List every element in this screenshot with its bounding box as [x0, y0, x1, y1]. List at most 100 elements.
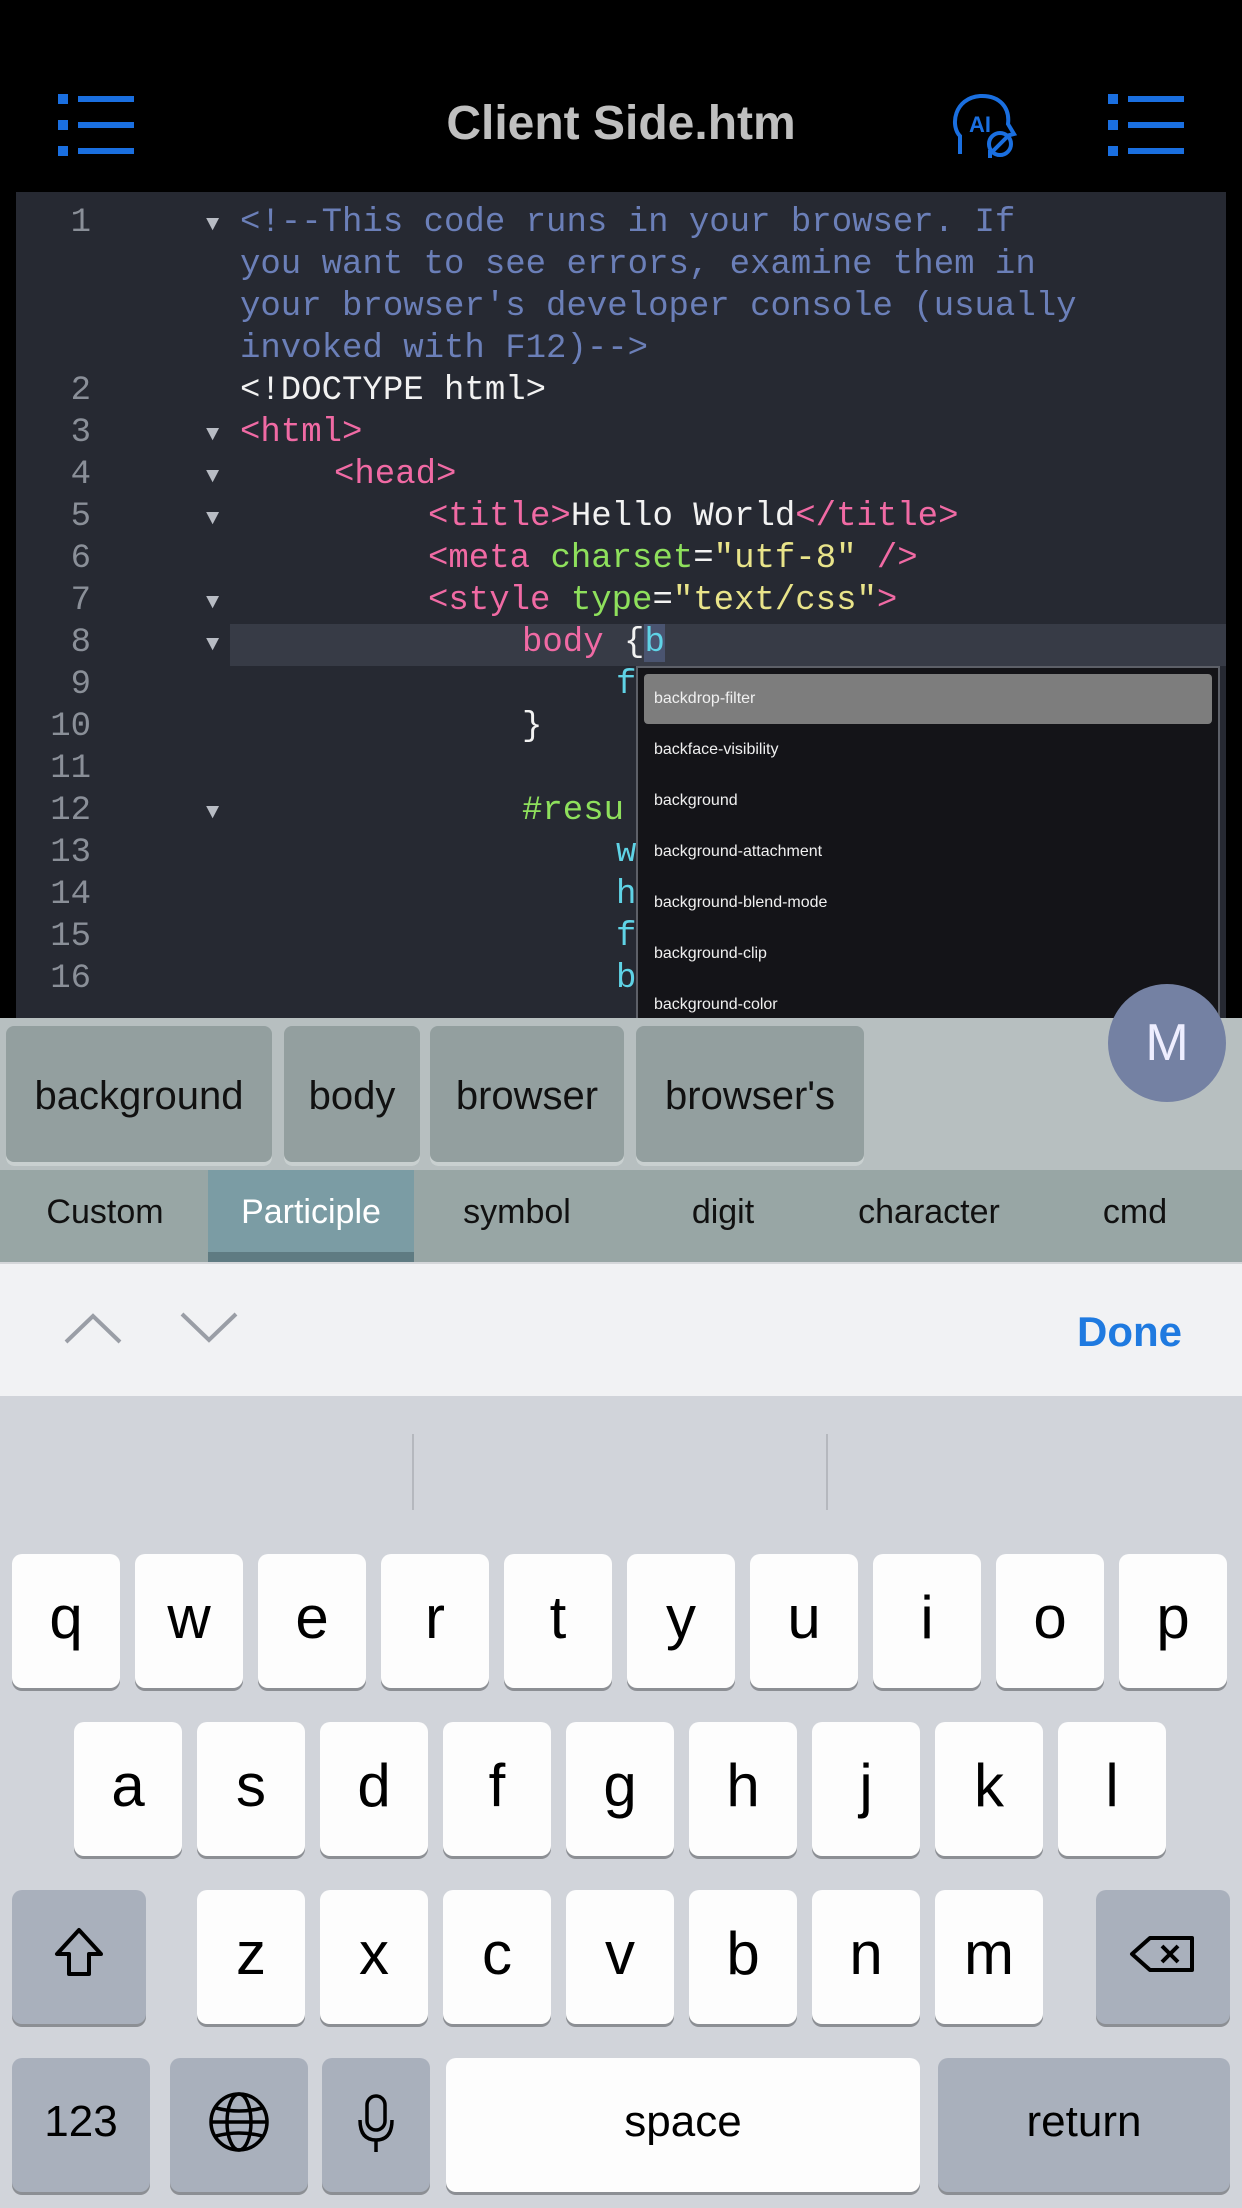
code-selector: #resu — [522, 792, 625, 830]
suggestion-chip[interactable]: browser — [430, 1026, 624, 1166]
key-y[interactable]: y — [627, 1554, 735, 1688]
category-tab-bar: Custom Participle symbol digit character… — [0, 1170, 1242, 1262]
code-property: w — [616, 834, 637, 872]
code-property: h — [616, 876, 637, 914]
key-i[interactable]: i — [873, 1554, 981, 1688]
autocomplete-item[interactable]: backface-visibility — [644, 725, 1212, 775]
line-number: 12 — [50, 792, 91, 830]
key-z[interactable]: z — [197, 1890, 305, 2024]
key-t[interactable]: t — [504, 1554, 612, 1688]
prediction-divider — [826, 1434, 828, 1510]
done-button[interactable]: Done — [1077, 1308, 1182, 1356]
code-comment: your browser's developer console (usuall… — [240, 288, 1077, 326]
numbers-key[interactable]: 123 — [12, 2058, 150, 2192]
autocomplete-item[interactable]: background-blend-mode — [644, 878, 1212, 928]
fold-toggle-icon[interactable]: ▼ — [206, 582, 219, 624]
menu-list-icon[interactable] — [1108, 94, 1184, 161]
line-number: 1 — [70, 204, 91, 242]
code-string: "text/css" — [672, 582, 877, 620]
suggestion-chip[interactable]: browser's — [636, 1026, 864, 1166]
code-attr: charset — [550, 540, 694, 578]
key-d[interactable]: d — [320, 1722, 428, 1856]
code-tag: <style — [428, 582, 551, 620]
line-number: 6 — [70, 540, 91, 578]
code-tag: <head> — [334, 456, 457, 494]
line-number: 13 — [50, 834, 91, 872]
shift-icon — [55, 1928, 103, 1976]
space-key[interactable]: space — [446, 2058, 920, 2192]
suggestion-chip[interactable]: body — [284, 1026, 420, 1166]
key-u[interactable]: u — [750, 1554, 858, 1688]
code-doctype: <!DOCTYPE html> — [240, 372, 547, 410]
tab-character[interactable]: character — [826, 1170, 1032, 1262]
key-g[interactable]: g — [566, 1722, 674, 1856]
globe-icon — [209, 2092, 269, 2152]
key-q[interactable]: q — [12, 1554, 120, 1688]
line-number: 5 — [70, 498, 91, 536]
ai-head-icon[interactable]: AI — [952, 92, 1018, 167]
code-tag: <title> — [428, 498, 571, 536]
autocomplete-item[interactable]: background-attachment — [644, 827, 1212, 877]
fold-toggle-icon[interactable]: ▼ — [206, 456, 219, 498]
code-property: f — [616, 666, 637, 704]
key-m[interactable]: m — [935, 1890, 1043, 2024]
key-p[interactable]: p — [1119, 1554, 1227, 1688]
key-f[interactable]: f — [443, 1722, 551, 1856]
key-w[interactable]: w — [135, 1554, 243, 1688]
key-k[interactable]: k — [935, 1722, 1043, 1856]
fold-toggle-icon[interactable]: ▼ — [206, 624, 219, 666]
code-comment: invoked with F12)--> — [240, 330, 649, 368]
key-o[interactable]: o — [996, 1554, 1104, 1688]
fold-toggle-icon[interactable]: ▼ — [206, 792, 219, 834]
key-e[interactable]: e — [258, 1554, 366, 1688]
key-j[interactable]: j — [812, 1722, 920, 1856]
suggestion-chip[interactable]: background — [6, 1026, 272, 1166]
key-a[interactable]: a — [74, 1722, 182, 1856]
key-v[interactable]: v — [566, 1890, 674, 2024]
code-string: "utf-8" — [713, 540, 857, 578]
tab-symbol[interactable]: symbol — [414, 1170, 620, 1262]
autocomplete-item[interactable]: background-clip — [644, 929, 1212, 979]
line-number: 3 — [70, 414, 91, 452]
return-key[interactable]: return — [938, 2058, 1230, 2192]
line-number: 9 — [70, 666, 91, 704]
line-number: 2 — [70, 372, 91, 410]
tab-custom[interactable]: Custom — [2, 1170, 208, 1262]
key-r[interactable]: r — [381, 1554, 489, 1688]
globe-key[interactable] — [170, 2058, 308, 2192]
key-b[interactable]: b — [689, 1890, 797, 2024]
code-line-style: <style type="text/css"> — [428, 580, 897, 622]
key-c[interactable]: c — [443, 1890, 551, 2024]
tab-digit[interactable]: digit — [620, 1170, 826, 1262]
chevron-up-icon[interactable] — [62, 1310, 124, 1351]
fold-toggle-icon[interactable]: ▼ — [206, 414, 219, 456]
code-comment: you want to see errors, examine them in — [240, 246, 1036, 284]
key-n[interactable]: n — [812, 1890, 920, 2024]
code-line-body: body {b — [522, 622, 665, 664]
tab-cmd[interactable]: cmd — [1032, 1170, 1238, 1262]
autocomplete-item[interactable]: backdrop-filter — [644, 674, 1212, 724]
fold-toggle-icon[interactable]: ▼ — [206, 498, 219, 540]
delete-key[interactable] — [1096, 1890, 1230, 2024]
shift-key[interactable] — [12, 1890, 146, 2024]
fold-toggle-icon[interactable]: ▼ — [206, 204, 219, 246]
code-selector: body — [522, 624, 604, 662]
tab-participle[interactable]: Participle — [208, 1170, 414, 1262]
code-tag: </title> — [795, 498, 959, 536]
chevron-down-icon[interactable] — [178, 1310, 240, 1351]
floating-m-button[interactable]: M — [1108, 984, 1226, 1102]
autocomplete-dropdown[interactable]: backdrop-filter backface-visibility back… — [636, 666, 1220, 1026]
key-x[interactable]: x — [320, 1890, 428, 2024]
key-l[interactable]: l — [1058, 1722, 1166, 1856]
autocomplete-item[interactable]: background — [644, 776, 1212, 826]
prediction-divider — [412, 1434, 414, 1510]
svg-text:AI: AI — [969, 112, 991, 137]
microphone-icon — [358, 2094, 394, 2152]
key-s[interactable]: s — [197, 1722, 305, 1856]
key-h[interactable]: h — [689, 1722, 797, 1856]
code-comment: <!--This code runs in your browser. If — [240, 204, 1016, 242]
code-eq: = — [693, 540, 714, 578]
line-number: 8 — [70, 624, 91, 662]
code-line-title: <title>Hello World</title> — [428, 496, 959, 538]
dictation-key[interactable] — [322, 2058, 430, 2192]
